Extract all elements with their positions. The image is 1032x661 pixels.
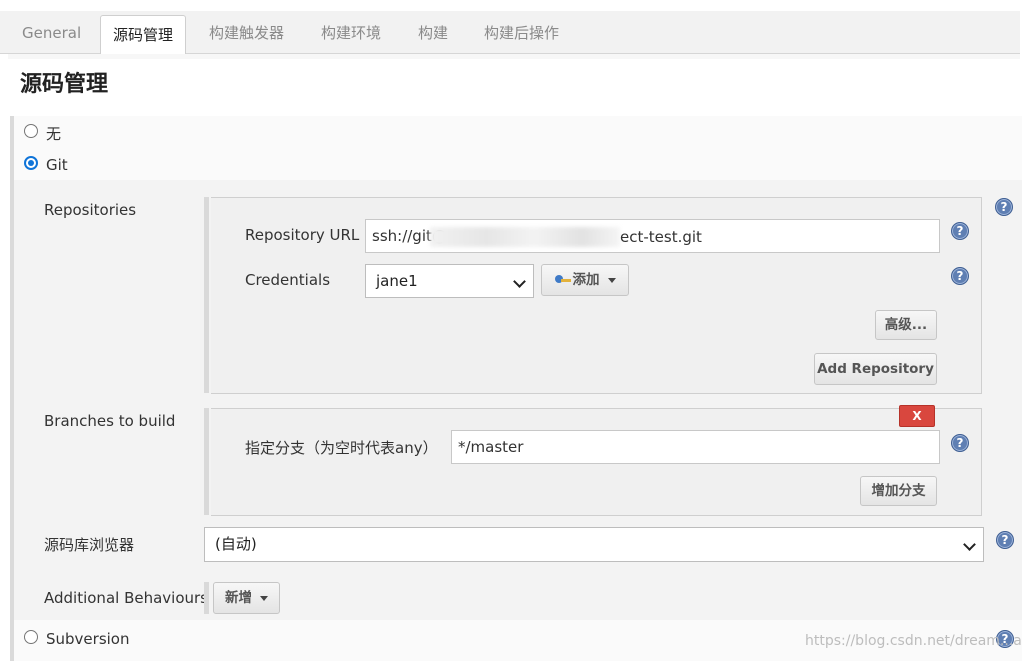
additional-behaviours-label: Additional Behaviours [44, 589, 208, 607]
chevron-down-icon [513, 275, 526, 288]
add-repository-button[interactable]: Add Repository [814, 353, 937, 385]
branch-specifier-help-icon[interactable]: ? [951, 434, 969, 452]
scm-subversion-radio[interactable] [24, 630, 38, 644]
repo-browser-help-icon[interactable]: ? [996, 531, 1014, 549]
repo-browser-value: (自动) [215, 535, 257, 553]
caret-down-icon [260, 595, 268, 601]
tab-bar: General 源码管理 构建触发器 构建环境 构建 构建后操作 [0, 11, 1020, 56]
section-header-bar [8, 54, 1020, 59]
scm-git-label: Git [46, 156, 68, 174]
credentials-help-icon[interactable]: ? [951, 267, 969, 285]
credentials-value: jane1 [376, 272, 418, 290]
tab-triggers[interactable]: 构建触发器 [209, 11, 284, 53]
credentials-select[interactable]: jane1 [365, 264, 534, 298]
credentials-label: Credentials [245, 271, 331, 289]
branch-specifier-input[interactable]: */master [451, 430, 940, 464]
delete-branch-button[interactable]: X [899, 405, 935, 427]
key-icon [554, 275, 571, 283]
repository-url-label: Repository URL [245, 226, 360, 244]
repositories-label: Repositories [44, 201, 137, 219]
redacted-url-segment [430, 227, 620, 247]
repositories-help-icon[interactable]: ? [995, 198, 1013, 216]
repo-panel-rule [204, 197, 209, 393]
branches-label: Branches to build [44, 412, 176, 430]
repo-browser-select[interactable]: (自动) [204, 527, 984, 562]
watermark-text: https://blog.csdn.net/dream...a [805, 633, 1022, 649]
page-title: 源码管理 [20, 72, 109, 97]
branch-specifier-label: 指定分支（为空时代表any） [245, 439, 438, 457]
tab-general[interactable]: General [22, 11, 81, 53]
behaviours-rule [204, 582, 209, 614]
add-credentials-label: 添加 [572, 272, 600, 288]
caret-down-icon [607, 277, 616, 283]
repository-url-help-icon[interactable]: ? [951, 222, 969, 240]
add-behaviour-button[interactable]: 新增 [213, 582, 280, 614]
branch-panel-rule [204, 408, 209, 515]
add-branch-button[interactable]: 增加分支 [860, 476, 937, 506]
add-behaviour-label: 新增 [225, 590, 252, 606]
add-credentials-button[interactable]: 添加 [541, 264, 629, 296]
scm-none-radio[interactable] [24, 124, 38, 138]
scm-subversion-label: Subversion [46, 630, 130, 648]
tab-environment[interactable]: 构建环境 [321, 11, 381, 53]
scm-none-label: 无 [46, 125, 62, 143]
chevron-down-icon [963, 538, 976, 551]
tab-scm[interactable]: 源码管理 [100, 15, 186, 56]
repo-browser-label: 源码库浏览器 [44, 536, 135, 554]
scm-git-radio[interactable] [24, 156, 38, 170]
tab-build[interactable]: 构建 [418, 11, 448, 53]
tab-post-build[interactable]: 构建后操作 [484, 11, 559, 53]
advanced-button[interactable]: 高级... [875, 310, 937, 340]
repository-url-suffix: ect-test.git [620, 228, 702, 246]
